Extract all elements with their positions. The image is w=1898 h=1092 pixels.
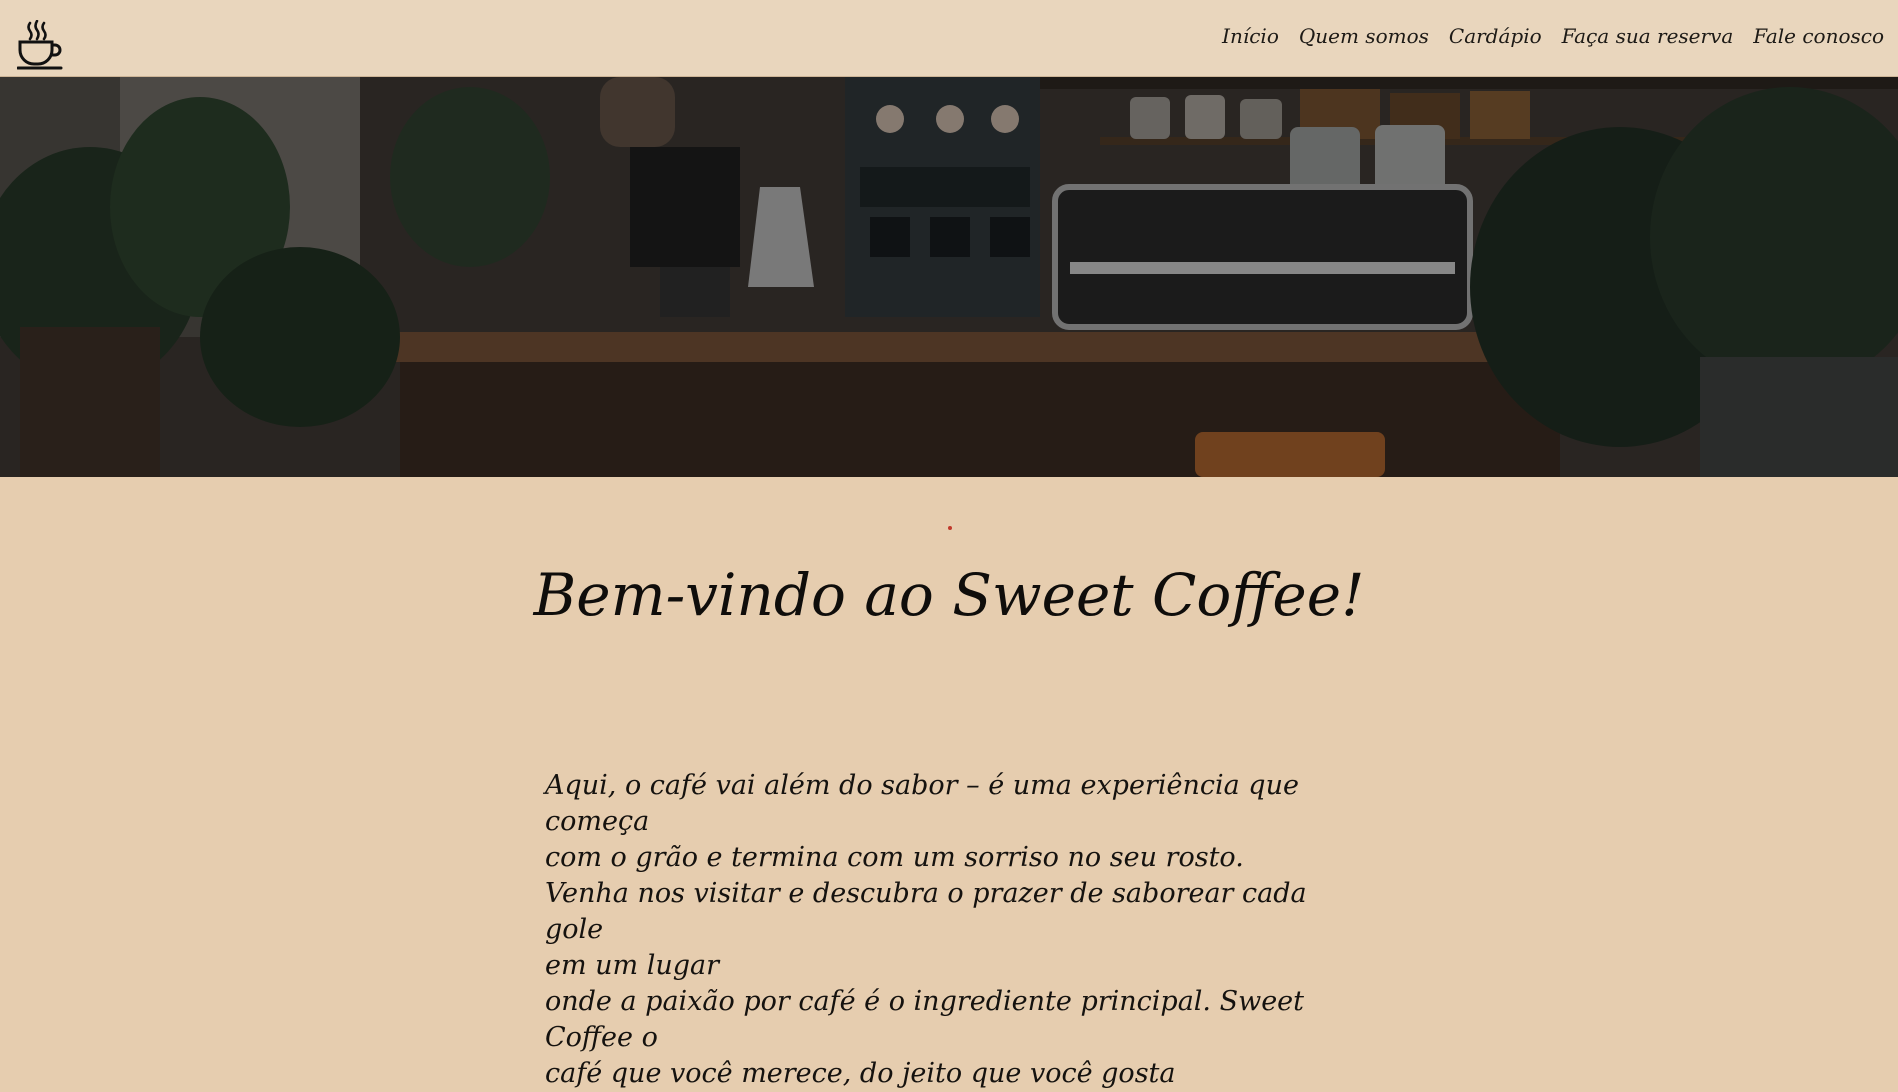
red-dot-decoration [948,526,952,530]
nav-link-reserva[interactable]: Faça sua reserva [1562,24,1734,48]
page-title: Bem-vindo ao Sweet Coffee! [533,561,1365,629]
coffee-shop-counter-illustration [0,77,1898,477]
hero-banner-image [0,77,1898,477]
top-navigation-bar: Início Quem somos Cardápio Faça sua rese… [0,0,1898,77]
intro-line: com o grão e termina com um sorriso no s… [545,842,1244,873]
nav-link-inicio[interactable]: Início [1222,24,1279,48]
intro-line: Aqui, o café vai além do sabor – é uma e… [545,770,1299,837]
intro-line: em um lugar [545,950,720,981]
intro-line: Venha nos visitar e descubra o prazer de… [545,878,1307,945]
nav-link-cardapio[interactable]: Cardápio [1449,24,1542,48]
main-nav: Início Quem somos Cardápio Faça sua rese… [1222,22,1884,50]
intro-line: onde a paixão por café é o ingrediente p… [545,986,1305,1053]
intro-paragraph: Aqui, o café vai além do sabor – é uma e… [545,768,1365,1092]
intro-line: café que você merece, do jeito que você … [545,1058,1176,1089]
nav-link-fale-conosco[interactable]: Fale conosco [1753,24,1884,48]
nav-link-quem-somos[interactable]: Quem somos [1299,24,1429,48]
coffee-cup-icon[interactable] [16,19,63,70]
